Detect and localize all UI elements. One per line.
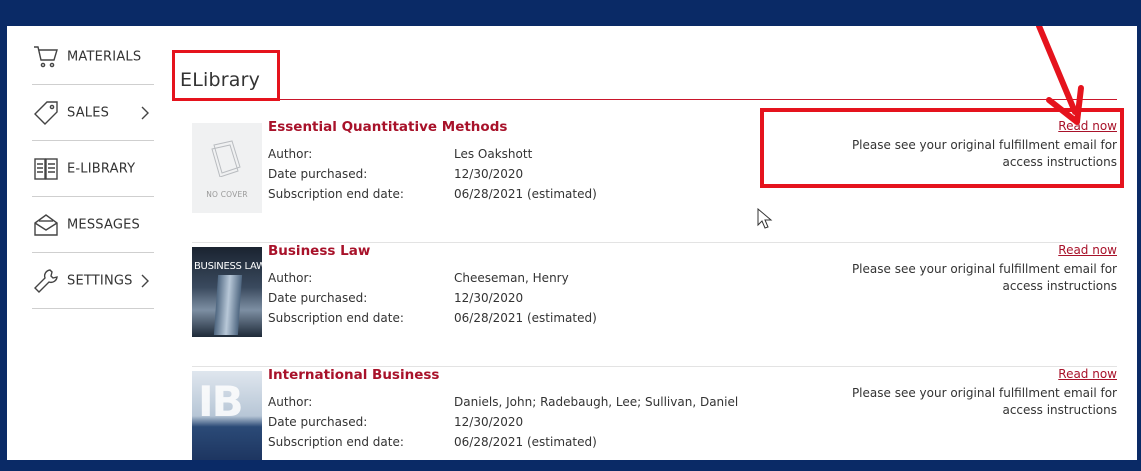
book-cover: NO COVER <box>192 123 262 213</box>
subscription-end-value: 06/28/2021 (estimated) <box>454 311 597 325</box>
book-icon <box>34 158 58 180</box>
access-instructions: Please see your original fulfillment ema… <box>851 386 1117 417</box>
author-value: Daniels, John; Radebaugh, Lee; Sullivan,… <box>454 395 739 409</box>
sidebar-item-e-library[interactable]: E-LIBRARY <box>32 142 154 197</box>
page-title: ELibrary <box>172 50 280 101</box>
date-purchased-label: Date purchased: <box>268 415 368 429</box>
sidebar-item-materials[interactable]: MATERIALS <box>32 30 154 85</box>
subscription-end-value: 06/28/2021 (estimated) <box>454 187 597 201</box>
chevron-right-icon <box>141 106 149 120</box>
date-purchased-value: 12/30/2020 <box>454 167 524 181</box>
no-cover-icon <box>211 140 241 177</box>
list-item: IB International Business Author: Daniel… <box>192 367 1117 460</box>
list-item: BUSINESS LAW Business Law Author: Cheese… <box>192 243 1117 367</box>
subscription-end-label: Subscription end date: <box>268 187 404 201</box>
book-cover: IB <box>192 371 262 460</box>
wrench-icon <box>34 269 58 293</box>
author-value: Les Oakshott <box>454 147 533 161</box>
cover-text: NO COVER <box>206 190 248 199</box>
annotation-arrow-icon <box>1036 26 1084 125</box>
cart-icon <box>34 46 58 68</box>
date-purchased-value: 12/30/2020 <box>454 415 524 429</box>
cover-text: IB <box>198 377 244 426</box>
sidebar-item-label: MATERIALS <box>67 49 142 65</box>
sidebar-item-label: E-LIBRARY <box>67 161 136 177</box>
date-purchased-value: 12/30/2020 <box>454 291 524 305</box>
book-title[interactable]: International Business <box>268 367 439 383</box>
book-title[interactable]: Essential Quantitative Methods <box>268 119 507 135</box>
sidebar-item-sales[interactable]: SALES <box>32 86 154 141</box>
read-now-link[interactable]: Read now <box>1058 367 1117 381</box>
tag-icon <box>34 101 58 125</box>
cover-building <box>213 275 243 335</box>
mouse-cursor-icon <box>757 208 773 229</box>
cover-text: BUSINESS LAW <box>194 261 262 272</box>
page-header: ELibrary <box>172 44 1117 101</box>
sidebar-item-settings[interactable]: SETTINGS <box>32 254 154 309</box>
sidebar-item-label: SALES <box>67 105 110 121</box>
envelope-icon <box>34 214 58 236</box>
author-label: Author: <box>268 395 313 409</box>
author-value: Cheeseman, Henry <box>454 271 569 285</box>
sidebar-item-messages[interactable]: MESSAGES <box>32 198 154 253</box>
subscription-end-value: 06/28/2021 (estimated) <box>454 435 597 449</box>
main-panel: MATERIALS SALES E-LIBRARY MESSAGES SETTI… <box>7 26 1137 460</box>
book-title[interactable]: Business Law <box>268 243 370 259</box>
sidebar-item-label: MESSAGES <box>67 217 140 233</box>
author-label: Author: <box>268 147 313 161</box>
book-cover: BUSINESS LAW <box>192 247 262 337</box>
author-label: Author: <box>268 271 313 285</box>
subscription-end-label: Subscription end date: <box>268 435 404 449</box>
subscription-end-label: Subscription end date: <box>268 311 404 325</box>
date-purchased-label: Date purchased: <box>268 291 368 305</box>
access-instructions: Please see your original fulfillment ema… <box>851 262 1117 293</box>
sidebar-item-label: SETTINGS <box>67 273 133 289</box>
date-purchased-label: Date purchased: <box>268 167 368 181</box>
read-now-link[interactable]: Read now <box>1058 243 1117 257</box>
chevron-right-icon <box>141 274 149 288</box>
